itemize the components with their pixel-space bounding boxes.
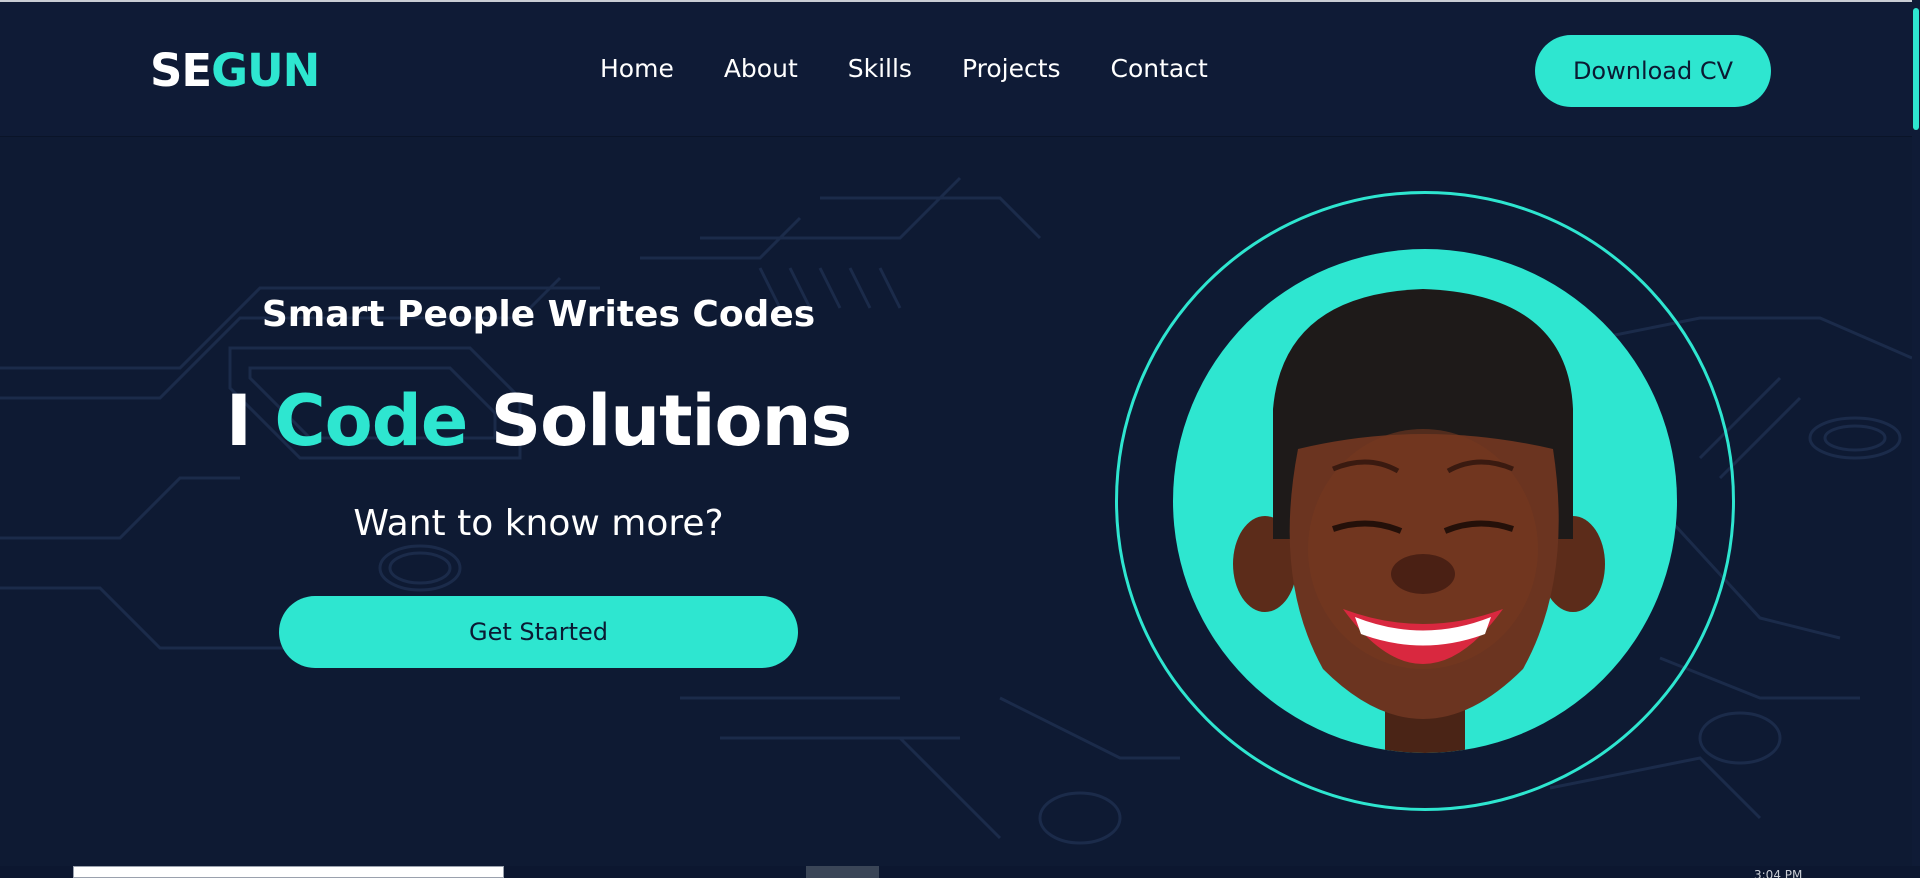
nav-link-projects[interactable]: Projects xyxy=(962,54,1061,83)
nav-link-about[interactable]: About xyxy=(724,54,798,83)
avatar-illustration-icon xyxy=(1233,289,1605,753)
page: SEGUN Home About Skills Projects Contact… xyxy=(0,0,1920,878)
headline-suffix: Solutions xyxy=(467,380,852,462)
logo-part-2: GUN xyxy=(211,44,320,97)
scrollbar-thumb[interactable] xyxy=(1913,8,1919,130)
headline-accent: Code xyxy=(274,380,468,462)
portrait-avatar xyxy=(1173,249,1677,753)
hero-kicker: Smart People Writes Codes xyxy=(261,294,816,335)
logo-part-1: SE xyxy=(150,44,212,97)
site-header: SEGUN Home About Skills Projects Contact… xyxy=(0,2,1912,137)
get-started-button[interactable]: Get Started xyxy=(279,596,798,668)
nav-link-skills[interactable]: Skills xyxy=(848,54,912,83)
main-nav: Home About Skills Projects Contact xyxy=(600,54,1258,83)
page-scrollbar[interactable] xyxy=(1912,0,1920,878)
taskbar-search-box[interactable] xyxy=(73,866,504,878)
site-logo[interactable]: SEGUN xyxy=(150,44,320,97)
taskbar-active-item[interactable] xyxy=(806,866,879,878)
taskbar-clock: 3:04 PM xyxy=(1754,868,1803,878)
nav-link-contact[interactable]: Contact xyxy=(1111,54,1208,83)
hero-headline: I Code Solutions xyxy=(0,380,1077,462)
nav-link-home[interactable]: Home xyxy=(600,54,674,83)
download-cv-button[interactable]: Download CV xyxy=(1535,35,1771,107)
headline-prefix: I xyxy=(225,380,275,462)
hero-question: Want to know more? xyxy=(353,503,724,544)
